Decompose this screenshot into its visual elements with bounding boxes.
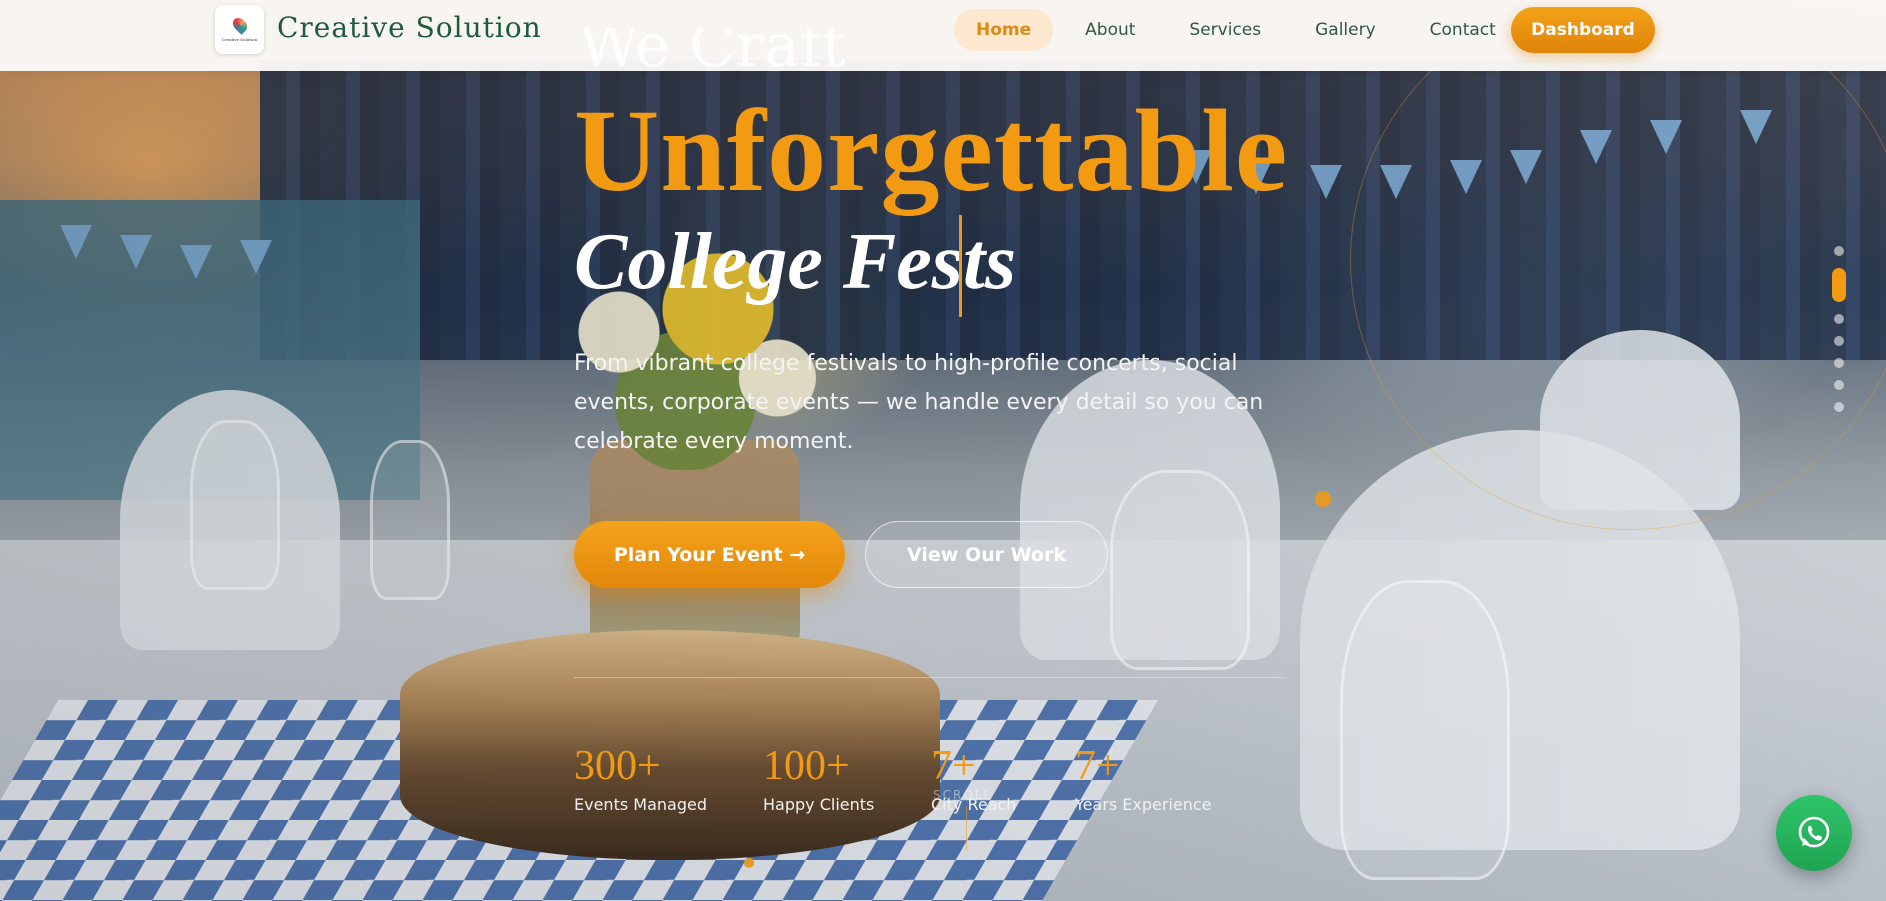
stat-label: Happy Clients [763,795,875,814]
brand-logo[interactable]: Creative Solution [215,5,264,54]
decorative-dot [1315,491,1331,507]
pager-dot[interactable] [1834,380,1844,390]
navbar: Creative Solution Creative Solution Home… [0,0,1886,71]
stat-years-experience: 7+ Years Experience [1075,745,1212,814]
brand-name[interactable]: Creative Solution [277,11,542,44]
pager-dot-active[interactable] [1832,268,1846,302]
pager-dot[interactable] [1834,402,1844,412]
whatsapp-icon [1798,816,1830,848]
nav-link-home[interactable]: Home [954,9,1054,51]
hero-description: From vibrant college festivals to high-p… [574,351,1264,454]
stat-value: 7+ [1075,743,1120,789]
stat-value: 7+ [931,743,976,789]
view-work-button[interactable]: View Our Work [865,521,1108,588]
logo-text: Creative Solution [221,37,258,42]
hero-heading-typed: College Fests [574,218,1017,306]
pager-dot[interactable] [1834,358,1844,368]
nav-link-gallery[interactable]: Gallery [1293,9,1398,51]
typing-caret [959,215,962,317]
pager-dot[interactable] [1834,314,1844,324]
slide-pager [1832,240,1846,418]
nav-link-contact[interactable]: Contact [1408,9,1518,51]
nav-link-services[interactable]: Services [1167,9,1283,51]
pager-dot[interactable] [1834,246,1844,256]
hero-heading-partial: We Craft [578,28,846,72]
plan-event-button[interactable]: Plan Your Event → [574,521,845,588]
whatsapp-button[interactable] [1776,795,1852,871]
scroll-indicator-label: SCROLL [933,788,993,802]
stat-label: Years Experience [1075,795,1212,814]
stat-happy-clients: 100+ Happy Clients [763,745,874,814]
scroll-indicator-line [966,806,967,850]
nav-links: Home About Services Gallery Contact [954,9,1518,51]
hero-heading-partial-text: We Craft [578,28,847,72]
stat-events-managed: 300+ Events Managed [574,745,707,814]
nav-link-about[interactable]: About [1063,9,1157,51]
stat-value: 300+ [574,743,661,789]
stat-city-reach: 7+ City Reach [931,745,1016,814]
decorative-dot [744,858,754,868]
pager-dot[interactable] [1834,336,1844,346]
location-pin-icon [229,15,250,35]
stat-label: Events Managed [574,795,707,814]
hero-heading-main: Unforgettable [574,85,1289,216]
dashboard-button[interactable]: Dashboard [1511,7,1655,53]
stat-value: 100+ [763,743,850,789]
stats-divider [574,677,1286,678]
